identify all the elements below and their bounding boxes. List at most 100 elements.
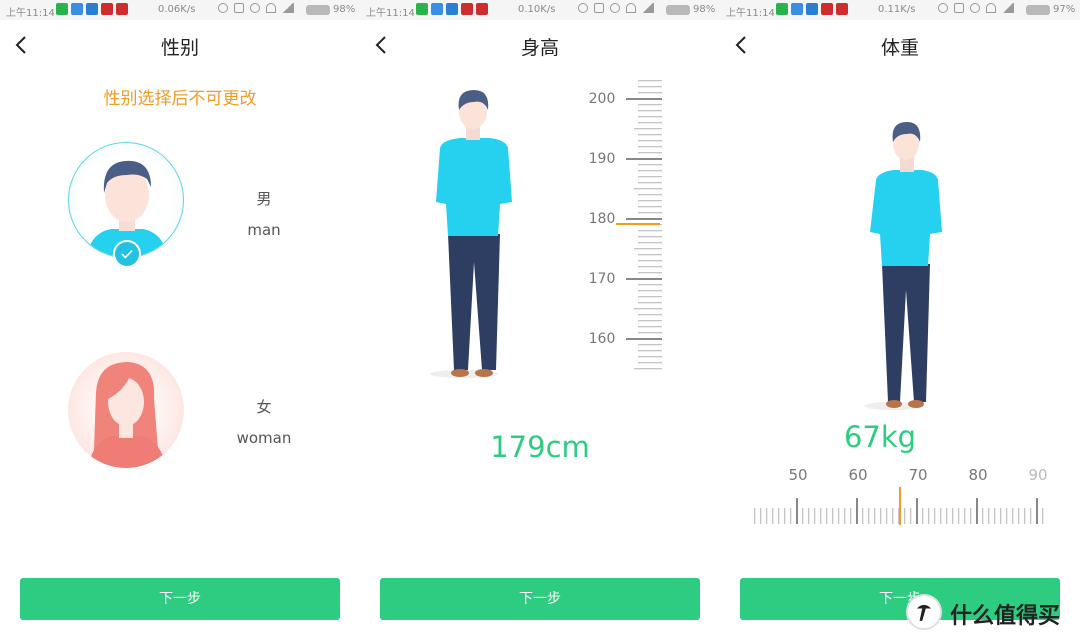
next-button[interactable]: 下一步 [20, 578, 340, 620]
woman-label-cn[interactable]: 女 [224, 396, 304, 417]
signal-icon [282, 3, 294, 13]
ruler-tick [638, 104, 662, 106]
plane-icon [806, 3, 818, 15]
woman-label-en[interactable]: woman [224, 429, 304, 447]
ruler-tick [934, 508, 936, 524]
woman-avatar[interactable] [68, 352, 184, 468]
ruler-tick [638, 284, 662, 286]
app-icon [101, 3, 113, 15]
system-icons [578, 3, 654, 13]
ruler-tick [976, 498, 978, 524]
ruler-tick [982, 508, 984, 524]
wifi-icon [266, 3, 276, 13]
wifi-icon [626, 3, 636, 13]
ruler-label: 170 [589, 271, 616, 287]
ruler-tick [638, 230, 662, 232]
gender-screen: 上午11:14 0.06K/s 98% 性别 性别选择后不可更改 男 man 女… [0, 0, 360, 640]
weight-screen: 上午11:14 0.11K/s 97% 体重 67kg 50 60 70 80 … [720, 0, 1080, 640]
height-ruler[interactable]: 200 190 180 170 160 [580, 76, 700, 376]
ruler-tick [862, 508, 864, 524]
battery-percent: 98% [693, 4, 716, 15]
battery-icon [1026, 5, 1050, 15]
wechat-icon [416, 3, 428, 15]
plane-icon [446, 3, 458, 15]
app-icon [71, 3, 83, 15]
man-label-en[interactable]: man [224, 221, 304, 239]
ruler-tick [626, 218, 662, 220]
ruler-tick [634, 308, 662, 310]
sync-icon [218, 3, 228, 13]
ruler-tick [910, 508, 912, 524]
ruler-tick [638, 290, 662, 292]
ruler-tick [796, 498, 798, 524]
network-speed: 0.06K/s [158, 4, 196, 15]
ruler-tick [634, 248, 662, 250]
sync-icon [578, 3, 588, 13]
ruler-tick [638, 272, 662, 274]
signal-icon [642, 3, 654, 13]
notification-icons [56, 3, 128, 15]
ruler-tick [928, 508, 930, 524]
ruler-tick [1018, 508, 1020, 524]
signal-icon [1002, 3, 1014, 13]
ruler-tick [754, 508, 756, 524]
app-icon [476, 3, 488, 15]
ruler-tick [634, 188, 662, 190]
ruler-tick [826, 508, 828, 524]
selected-check-icon [113, 240, 141, 268]
ruler-tick [970, 508, 972, 524]
ruler-tick [638, 212, 662, 214]
bluetooth-icon [594, 3, 604, 13]
ruler-tick [638, 140, 662, 142]
ruler-tick [638, 80, 662, 82]
ruler-tick [760, 508, 762, 524]
ruler-tick [638, 362, 662, 364]
sync-icon [938, 3, 948, 13]
man-standing-figure-icon [864, 122, 942, 410]
ruler-tick [626, 98, 662, 100]
ruler-tick [1042, 508, 1044, 524]
ruler-tick [634, 128, 662, 130]
ruler-tick [820, 508, 822, 524]
ruler-tick [638, 116, 662, 118]
network-speed: 0.10K/s [518, 4, 556, 15]
ruler-tick [988, 508, 990, 524]
ruler-label: 180 [589, 211, 616, 227]
ruler-tick [626, 158, 662, 160]
next-button[interactable]: 下一步 [380, 578, 700, 620]
ruler-tick [802, 508, 804, 524]
wechat-icon [56, 3, 68, 15]
ruler-tick [856, 498, 858, 524]
bluetooth-icon [954, 3, 964, 13]
ruler-tick [638, 152, 662, 154]
ruler-tick [638, 92, 662, 94]
ruler-tick [922, 508, 924, 524]
ruler-tick [892, 508, 894, 524]
ruler-tick [638, 356, 662, 358]
gender-notice: 性别选择后不可更改 [103, 89, 257, 109]
notification-icons [776, 3, 848, 15]
ruler-tick [638, 326, 662, 328]
weight-ruler[interactable]: 50 60 70 80 90 [748, 460, 1052, 530]
ruler-tick [638, 170, 662, 172]
ruler-tick [1012, 508, 1014, 524]
ruler-tick [638, 182, 662, 184]
alarm-icon [970, 3, 980, 13]
man-label-cn[interactable]: 男 [224, 188, 304, 209]
nav-bar: 体重 [720, 20, 1080, 70]
ruler-tick [638, 86, 662, 88]
ruler-tick [638, 236, 662, 238]
ruler-label: 90 [1028, 466, 1047, 484]
page-title: 性别 [160, 37, 199, 59]
ruler-tick [868, 508, 870, 524]
alarm-icon [610, 3, 620, 13]
ruler-tick [638, 200, 662, 202]
ruler-label: 160 [589, 331, 616, 347]
ruler-tick [638, 146, 662, 148]
ruler-tick [778, 508, 780, 524]
ruler-label: 50 [788, 466, 807, 484]
status-time: 上午11:14 [366, 8, 415, 19]
wifi-icon [986, 3, 996, 13]
ruler-label: 200 [589, 91, 616, 107]
ruler-tick [958, 508, 960, 524]
